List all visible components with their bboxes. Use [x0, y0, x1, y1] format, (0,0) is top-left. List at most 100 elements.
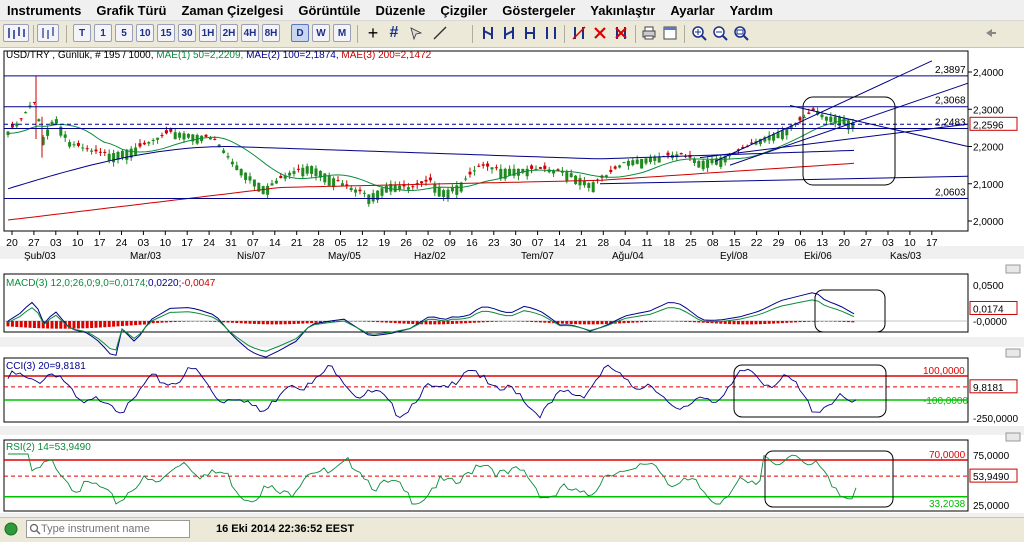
- draw-tool-icon[interactable]: [570, 24, 588, 42]
- chart-window-icon[interactable]: [661, 24, 679, 42]
- menu-item-0[interactable]: Instruments: [0, 3, 89, 18]
- menu-item-1[interactable]: Grafik Türü: [89, 3, 174, 18]
- timeframe-button-2H[interactable]: 2H: [220, 24, 238, 42]
- bar-tool-icon-2[interactable]: [500, 24, 518, 42]
- pin-icon[interactable]: [982, 24, 998, 42]
- current-price-label: 2,2596: [973, 120, 1004, 131]
- candle-body: [820, 114, 824, 118]
- month-label-1: Mar/03: [130, 251, 162, 262]
- menu-item-2[interactable]: Zaman Çizelgesi: [174, 3, 291, 18]
- candle-body: [81, 147, 85, 149]
- timeframe-button-W[interactable]: W: [312, 24, 330, 42]
- timeframe-button-1[interactable]: 1: [94, 24, 112, 42]
- chart-style-icon[interactable]: [37, 24, 59, 42]
- chart-type-icon[interactable]: [3, 24, 29, 42]
- candle-body: [248, 176, 252, 181]
- zoom-in-icon[interactable]: [690, 24, 708, 42]
- timeframe-button-8H[interactable]: 8H: [262, 24, 280, 42]
- print-icon[interactable]: [640, 24, 658, 42]
- menu-item-9[interactable]: Yardım: [723, 3, 781, 18]
- candle-body: [107, 153, 111, 162]
- date-tick-label-35: 29: [773, 237, 785, 249]
- timeframe-button-D[interactable]: D: [291, 24, 309, 42]
- menu-item-3[interactable]: Görüntüle: [291, 3, 368, 18]
- macd-bar: [116, 321, 120, 327]
- date-tick-label-36: 06: [795, 237, 807, 249]
- menu-item-5[interactable]: Çizgiler: [433, 3, 495, 18]
- macd-bar: [468, 321, 472, 324]
- timeframe-button-T[interactable]: T: [73, 24, 91, 42]
- candle-body: [10, 124, 14, 128]
- macd-bar: [389, 321, 393, 323]
- macd-bar: [142, 321, 146, 325]
- zoom-reset-icon[interactable]: [732, 24, 750, 42]
- macd-header: MACD(3) 12,0;26,0;9,0=0,0174;0,0220;-0,0…: [6, 278, 216, 289]
- bar-tool-icon-3[interactable]: [521, 24, 539, 42]
- candle-body: [679, 152, 683, 155]
- candle-body: [169, 128, 173, 132]
- macd-bar: [622, 321, 626, 324]
- date-tick-label-23: 30: [510, 237, 522, 249]
- panel-collapse-button-0[interactable]: [1005, 264, 1021, 274]
- delete-icon[interactable]: [591, 24, 609, 42]
- candle-body: [90, 150, 94, 152]
- price-tick-label-4: 2,0000: [973, 217, 1004, 228]
- macd-bar: [208, 321, 212, 322]
- panel-collapse-button-1[interactable]: [1005, 348, 1021, 358]
- timeframe-button-5[interactable]: 5: [115, 24, 133, 42]
- menu-item-6[interactable]: Göstergeler: [495, 3, 583, 18]
- crosshair-icon[interactable]: +: [364, 23, 382, 43]
- macd-bar: [235, 321, 239, 324]
- candle-body: [160, 135, 164, 137]
- macd-bar: [657, 321, 661, 322]
- macd-bar: [450, 321, 454, 324]
- candle-body: [204, 134, 208, 137]
- delete-all-icon[interactable]: [612, 24, 630, 42]
- timeframe-button-1H[interactable]: 1H: [199, 24, 217, 42]
- macd-bar: [538, 321, 542, 323]
- timeframe-button-30[interactable]: 30: [178, 24, 196, 42]
- macd-bar: [274, 321, 278, 325]
- candle-body: [120, 150, 124, 158]
- menu-item-8[interactable]: Ayarlar: [663, 3, 722, 18]
- timeframe-button-10[interactable]: 10: [136, 24, 154, 42]
- macd-bar: [393, 321, 397, 324]
- move-icon[interactable]: [407, 24, 425, 42]
- macd-bar: [204, 321, 208, 322]
- candle-body: [477, 165, 481, 167]
- macd-bar: [138, 321, 142, 325]
- menu-item-7[interactable]: Yakınlaştır: [583, 3, 663, 18]
- date-tick-label-5: 24: [116, 237, 128, 249]
- macd-bar: [398, 321, 402, 324]
- candle-body: [274, 180, 278, 184]
- date-tick-label-19: 02: [422, 237, 434, 249]
- panel-collapse-button-2[interactable]: [1005, 432, 1021, 442]
- candle-body: [393, 184, 397, 192]
- zoom-out-icon[interactable]: [711, 24, 729, 42]
- chart-area[interactable]: 2,3897 2,3068 2,2483 2,0603 2,4000 2,3000 2,20…: [0, 47, 1024, 517]
- panel-separator-1: [0, 337, 1024, 347]
- instrument-search-input[interactable]: [26, 520, 190, 538]
- timeframe-button-M[interactable]: M: [333, 24, 351, 42]
- macd-bar: [635, 321, 639, 323]
- macd-bar: [54, 321, 58, 329]
- hash-grid-icon[interactable]: #: [385, 24, 403, 42]
- candle-body: [472, 170, 476, 172]
- date-tick-label-12: 14: [269, 237, 281, 249]
- macd-bar: [314, 321, 318, 323]
- bar-tool-icon[interactable]: [479, 24, 497, 42]
- timeframe-button-15[interactable]: 15: [157, 24, 175, 42]
- candle-body: [622, 162, 626, 164]
- candle-body: [807, 112, 811, 114]
- bar-tool-icon-4[interactable]: [542, 24, 560, 42]
- candle-body: [37, 119, 41, 122]
- macd-bar: [503, 321, 507, 322]
- menu-item-4[interactable]: Düzenle: [368, 3, 433, 18]
- macd-bar: [750, 321, 754, 325]
- timeframe-button-4H[interactable]: 4H: [241, 24, 259, 42]
- header-mae3: MAE(3) 200=2,1472: [341, 50, 431, 61]
- macd-bar: [582, 321, 586, 325]
- macd-bar: [24, 321, 28, 328]
- rsi-tick-0: 75,0000: [973, 451, 1010, 462]
- line-tool-icon[interactable]: [431, 24, 449, 42]
